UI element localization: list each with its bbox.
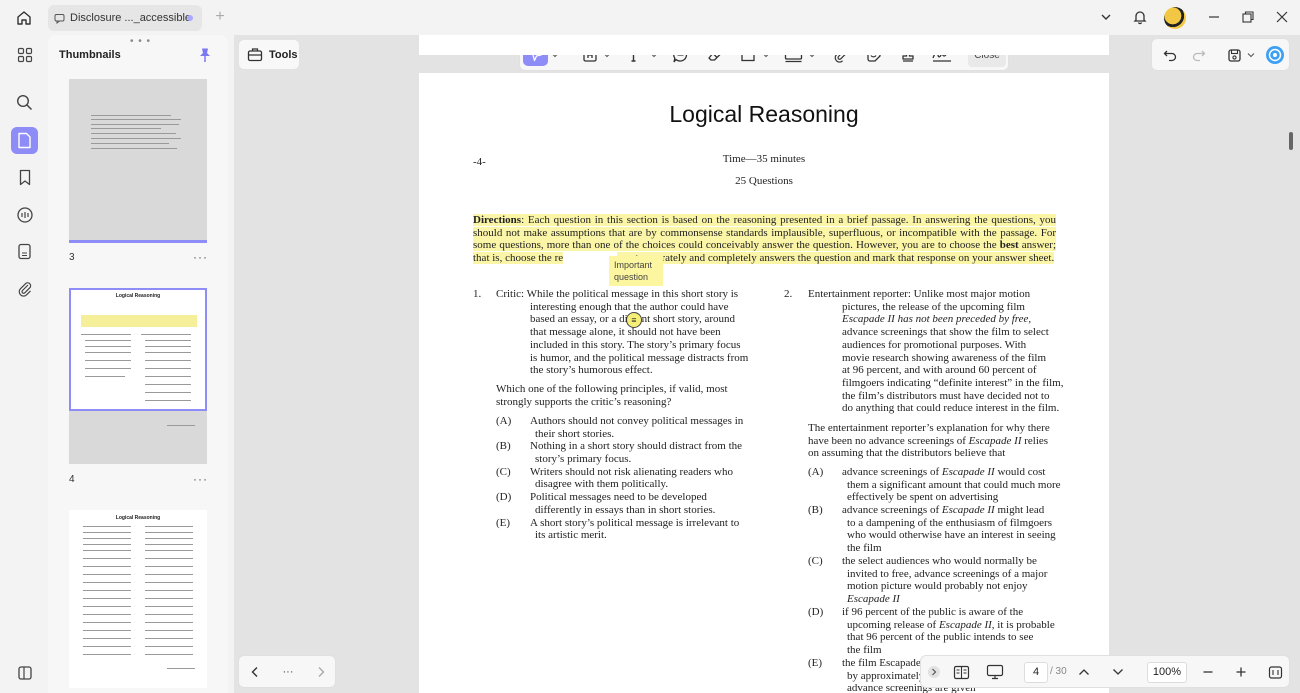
reading-mode-icon[interactable] <box>951 661 971 683</box>
more-options-button[interactable]: ··· <box>279 661 297 683</box>
tab-title: Disclosure ..._accessible <box>70 12 192 24</box>
document-tab[interactable]: Disclosure ..._accessible <box>48 5 202 31</box>
toolbox-icon <box>247 48 263 62</box>
left-rail <box>0 35 48 693</box>
question-stem: Which one of the following principles, i… <box>496 383 728 395</box>
presentation-icon[interactable] <box>984 661 1006 683</box>
apps-grid-icon[interactable] <box>11 41 38 68</box>
thumbnail-more-button[interactable]: ··· <box>193 472 208 486</box>
question-number: 1. <box>473 288 482 300</box>
thumbnail-more-button[interactable]: ··· <box>193 250 208 264</box>
redo-icon[interactable] <box>1189 44 1209 66</box>
undo-icon[interactable] <box>1160 44 1180 66</box>
thumbnail-page-4[interactable]: Logical Reasoning <box>69 288 207 464</box>
ai-assistant-icon[interactable] <box>1264 44 1286 66</box>
thumbnails-icon[interactable] <box>11 127 38 154</box>
page-title: Logical Reasoning <box>669 101 859 127</box>
thumbnail-page-number: 3 <box>69 252 75 263</box>
history-toolbar <box>1151 38 1290 71</box>
directions-paragraph[interactable]: Directions: Each question in this sectio… <box>473 214 1056 264</box>
thumbnail-page-3[interactable] <box>69 79 207 243</box>
vertical-scrollbar[interactable] <box>1289 132 1293 150</box>
page-zoom-bar: 4 / 30 100% <box>920 655 1290 688</box>
thumbnail-page-5[interactable]: Logical Reasoning <box>69 510 207 688</box>
panel-toggle-icon[interactable] <box>11 659 38 686</box>
sticky-note[interactable]: Important question <box>609 256 663 286</box>
zoom-in-icon[interactable] <box>1233 661 1249 683</box>
title-bar: Disclosure ..._accessible + <box>0 0 1300 35</box>
chevron-down-icon[interactable] <box>1246 44 1256 66</box>
thumbnail-panel: • • • Thumbnails 3 ··· Logical Reasoning <box>48 35 228 693</box>
question-text: Entertainment reporter: Unlike most majo… <box>808 288 1031 300</box>
bell-icon[interactable] <box>1131 8 1149 26</box>
attachments-page-icon[interactable] <box>11 238 38 265</box>
thumbnail-page-number: 4 <box>69 474 75 485</box>
zoom-out-icon[interactable] <box>1200 661 1216 683</box>
collapse-bar-icon[interactable] <box>926 661 942 683</box>
chevron-right-icon[interactable] <box>313 661 329 683</box>
page-top-edge <box>419 35 1109 55</box>
panel-title: Thumbnails <box>59 49 121 61</box>
chevron-left-icon[interactable] <box>247 661 263 683</box>
current-page-input[interactable]: 4 <box>1024 662 1048 683</box>
restore-icon[interactable] <box>1239 8 1257 26</box>
tools-label: Tools <box>269 48 298 61</box>
drag-handle[interactable]: • • • <box>130 36 151 47</box>
total-pages: / 30 <box>1050 666 1067 677</box>
question-count: 25 Questions <box>735 175 793 187</box>
tools-button[interactable]: Tools <box>238 39 300 70</box>
question-text: Critic: While the political message in t… <box>496 288 739 300</box>
close-window-icon[interactable] <box>1273 8 1291 26</box>
unsaved-dot <box>187 15 193 21</box>
comment-icon <box>54 13 65 24</box>
zoom-level-input[interactable]: 100% <box>1147 662 1187 683</box>
new-tab-button[interactable]: + <box>212 8 228 26</box>
user-avatar[interactable] <box>1164 7 1186 29</box>
question-stem: The entertainment reporter’s explanation… <box>808 422 1050 434</box>
save-icon[interactable] <box>1224 44 1244 66</box>
bookmark-icon[interactable] <box>11 164 38 191</box>
thumbnail-title: Logical Reasoning <box>115 293 161 299</box>
paperclip-icon[interactable] <box>11 275 38 302</box>
thumbnail-title: Logical Reasoning <box>115 515 161 521</box>
chevron-down-icon[interactable] <box>1110 661 1126 683</box>
home-icon[interactable] <box>12 6 36 30</box>
directions-label: Directions <box>473 214 522 226</box>
fit-page-icon[interactable] <box>1266 661 1284 683</box>
section-time: Time—35 minutes <box>722 153 806 165</box>
pin-icon[interactable] <box>198 47 212 63</box>
chevron-down-icon[interactable] <box>1097 8 1115 26</box>
question-number: 2. <box>784 288 793 300</box>
search-icon[interactable] <box>11 89 38 116</box>
thumbnail-nav-bar: ··· <box>238 655 336 688</box>
minimize-icon[interactable] <box>1205 8 1223 26</box>
pdf-page: -4- Logical Reasoning Time—35 minutes 25… <box>419 73 1109 693</box>
chevron-up-icon[interactable] <box>1076 661 1092 683</box>
comments-icon[interactable] <box>11 201 38 228</box>
